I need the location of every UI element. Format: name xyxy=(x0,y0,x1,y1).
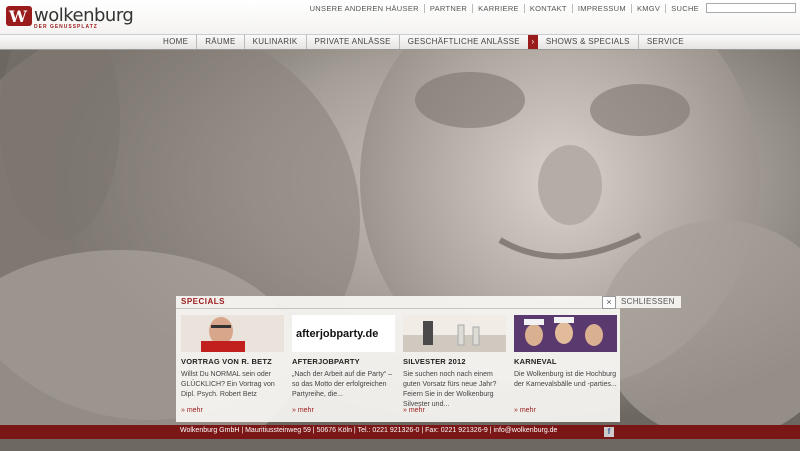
nav-item-service[interactable]: SERVICE xyxy=(637,35,692,49)
card-more-link[interactable]: » mehr xyxy=(181,407,203,414)
main-navigation-bar: HOME RÄUME KULINARIK PRIVATE ANLÄSSE GES… xyxy=(0,34,800,50)
card-more-link[interactable]: » mehr xyxy=(514,407,536,414)
specials-title: SPECIALS xyxy=(181,297,226,306)
logo-icon: W xyxy=(6,6,32,26)
search-input[interactable] xyxy=(706,3,796,13)
card-more-link[interactable]: » mehr xyxy=(403,407,425,414)
card-title: VORTRAG VON R. BETZ xyxy=(181,357,272,366)
card-title: KARNEVAL xyxy=(514,357,557,366)
specials-cards: VORTRAG VON R. BETZ Willst Du NORMAL sei… xyxy=(181,315,625,418)
nav-item-private[interactable]: PRIVATE ANLÄSSE xyxy=(305,35,399,49)
nav-item-kulinarik[interactable]: KULINARIK xyxy=(243,35,306,49)
nav-item-raeume[interactable]: RÄUME xyxy=(196,35,243,49)
card-more-link[interactable]: » mehr xyxy=(292,407,314,414)
special-card-karneval[interactable]: KARNEVAL Die Wolkenburg ist die Hochburg… xyxy=(514,315,617,418)
specials-header: SPECIALS xyxy=(176,296,620,309)
card-description: Die Wolkenburg ist die Hochburg der Karn… xyxy=(514,371,617,388)
active-nav-arrow-icon: › xyxy=(527,35,538,49)
footer-contact-text: Wolkenburg GmbH | Mauritiussteinweg 59 |… xyxy=(180,427,558,434)
top-nav-item-partner[interactable]: PARTNER xyxy=(423,4,472,13)
facebook-icon[interactable]: f xyxy=(604,427,614,437)
card-description: „Nach der Arbeit auf die Party“ – so das… xyxy=(292,371,392,398)
nav-item-geschaeftlich[interactable]: GESCHÄFTLICHE ANLÄSSE xyxy=(398,35,528,49)
header-bar: W wolkenburg DER GENUSSPLATZ UNSERE ANDE… xyxy=(0,0,800,34)
brand-logo[interactable]: W wolkenburg DER GENUSSPLATZ xyxy=(6,5,134,31)
card-image-karneval[interactable] xyxy=(514,315,617,352)
afterjobparty-logo-text: afterjobparty.de xyxy=(296,328,378,340)
footer-bar: Wolkenburg GmbH | Mauritiussteinweg 59 |… xyxy=(0,425,800,439)
top-nav-item-kontakt[interactable]: KONTAKT xyxy=(523,4,572,13)
card-description: Willst Du NORMAL sein oder GLÜCKLICH? Ei… xyxy=(181,371,275,398)
close-button[interactable]: SCHLIESSEN xyxy=(617,296,681,308)
main-navigation: HOME RÄUME KULINARIK PRIVATE ANLÄSSE GES… xyxy=(155,35,692,49)
close-icon[interactable]: × xyxy=(602,296,616,309)
card-image-afterjobparty[interactable]: afterjobparty.de xyxy=(292,315,395,352)
card-title: SILVESTER 2012 xyxy=(403,357,466,366)
card-description: Sie suchen noch nach einem guten Vorsatz… xyxy=(403,371,497,408)
top-nav-item-kmgv[interactable]: KMGV xyxy=(630,4,665,13)
card-image-betz[interactable] xyxy=(181,315,284,352)
special-card-afterjobparty[interactable]: afterjobparty.de AFTERJOBPARTY „Nach der… xyxy=(292,315,395,418)
top-nav-item-karriere[interactable]: KARRIERE xyxy=(472,4,524,13)
top-navigation: UNSERE ANDEREN HÄUSER PARTNER KARRIERE K… xyxy=(305,4,704,13)
top-nav-item-impressum[interactable]: IMPRESSUM xyxy=(571,4,631,13)
card-image-silvester[interactable] xyxy=(403,315,506,352)
special-card-betz[interactable]: VORTRAG VON R. BETZ Willst Du NORMAL sei… xyxy=(181,315,284,418)
footer-background-strip xyxy=(0,439,800,451)
specials-panel: SPECIALS VORTRAG VON R. BETZ Willst Du N… xyxy=(176,296,620,422)
card-title: AFTERJOBPARTY xyxy=(292,357,360,366)
brand-name: wolkenburg xyxy=(34,5,134,26)
top-nav-item-suche[interactable]: SUCHE xyxy=(665,4,704,13)
special-card-silvester[interactable]: SILVESTER 2012 Sie suchen noch nach eine… xyxy=(403,315,506,418)
brand-tagline: DER GENUSSPLATZ xyxy=(34,24,98,30)
nav-item-home[interactable]: HOME xyxy=(155,35,196,49)
top-nav-item-haeuser[interactable]: UNSERE ANDEREN HÄUSER xyxy=(305,4,424,13)
nav-item-shows-specials[interactable]: SHOWS & SPECIALS xyxy=(538,35,638,49)
